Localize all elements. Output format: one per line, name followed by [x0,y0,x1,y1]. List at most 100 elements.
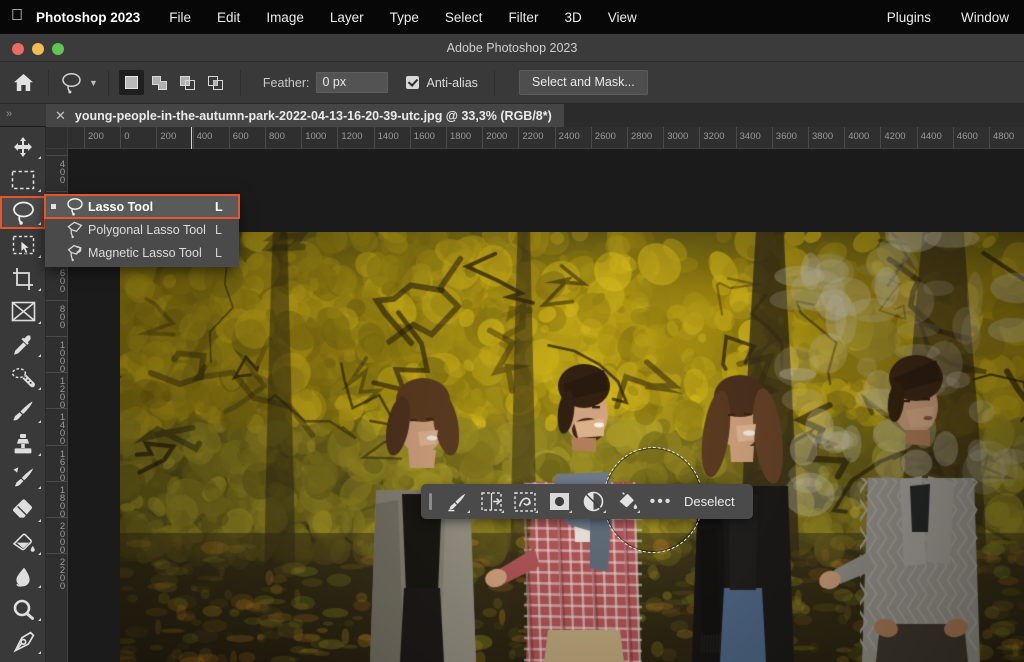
pen-tool[interactable] [0,625,46,658]
tool-corner-indicator [38,321,41,324]
ruler-tick-v: 2000 [46,517,68,553]
document-image[interactable] [120,232,1024,662]
ruler-tick-h: 4400 [917,127,942,149]
select-and-mask-button[interactable]: Select and Mask... [519,70,648,95]
tool-corner-indicator [38,222,41,225]
menu-item-edit[interactable]: Edit [204,10,253,25]
close-icon[interactable]: ✕ [55,109,66,122]
window-title-bar: Adobe Photoshop 2023 [0,34,1024,62]
fill-bucket-icon [616,491,638,513]
lasso-icon [62,197,88,216]
ruler-tick-h: 3200 [699,127,724,149]
toolbox [0,127,46,662]
maximize-window-button[interactable] [52,43,64,55]
deselect-button[interactable]: Deselect [678,494,747,509]
flyout-item-lasso-tool[interactable]: Lasso Tool L [45,195,239,218]
tool-corner-indicator [38,189,41,192]
polygonal-lasso-icon [62,220,88,239]
ruler-tick-h: 200 [156,127,176,149]
horizontal-ruler[interactable]: 2000200400600800100012001400160018002000… [68,127,1024,149]
menu-item-image[interactable]: Image [253,10,317,25]
crop-tool[interactable] [0,262,46,295]
ruler-tick-h: 3800 [808,127,833,149]
menu-item-type[interactable]: Type [377,10,432,25]
spot-healing-brush-tool[interactable] [0,361,46,394]
brush-tool[interactable] [0,394,46,427]
more-options-button[interactable]: ••• [644,487,678,516]
create-mask-button[interactable] [542,487,576,516]
minimize-window-button[interactable] [32,43,44,55]
select-subject-button[interactable] [508,487,542,516]
fill-selection-button[interactable] [610,487,644,516]
chevron-down-icon[interactable]: ▼ [89,78,98,88]
ruler-tick-h: 600 [229,127,249,149]
clone-stamp-tool[interactable] [0,427,46,460]
document-tab-strip: ✕ young-people-in-the-autumn-park-2022-0… [46,104,1024,127]
anti-alias-checkbox[interactable] [406,76,419,89]
flyout-shortcut-magnetic-lasso: L [215,246,239,260]
ruler-corner[interactable] [46,127,68,149]
tool-corner-indicator [38,453,41,456]
tool-corner-indicator [38,585,41,588]
lasso-icon [61,72,82,94]
active-tool-bullet-icon [45,204,62,209]
eyedropper-tool[interactable] [0,328,46,361]
menu-item-view[interactable]: View [595,10,650,25]
options-divider-4 [494,70,495,96]
ellipsis-icon: ••• [650,493,673,511]
ruler-tick-h: 0 [120,127,129,149]
menu-item-3d[interactable]: 3D [551,10,594,25]
button-corner-indicator [535,510,538,513]
feather-control: Feather: 0 px [263,72,389,93]
macos-menu-bar:  Photoshop 2023 File Edit Image Layer T… [0,0,1024,34]
new-selection-button[interactable] [119,70,144,95]
feather-input[interactable]: 0 px [316,72,388,93]
blur-tool[interactable] [0,559,46,592]
document-tab[interactable]: ✕ young-people-in-the-autumn-park-2022-0… [46,104,564,127]
photo-pixels [120,232,1024,662]
photoshop-window:  Photoshop 2023 File Edit Image Layer T… [0,0,1024,662]
type-tool[interactable] [0,658,46,662]
lasso-tool[interactable] [0,196,46,229]
remove-tool-button[interactable] [440,487,474,516]
ruler-tick-h: 4600 [953,127,978,149]
menu-app-name[interactable]: Photoshop 2023 [34,10,156,25]
ruler-tick-v: 800 [46,300,68,336]
button-corner-indicator [637,510,640,513]
adjustment-layer-button[interactable] [576,487,610,516]
home-icon[interactable] [0,62,46,104]
frame-tool[interactable] [0,295,46,328]
expand-panels-button[interactable]: » [0,104,46,126]
history-brush-tool[interactable] [0,460,46,493]
select-subject-icon [514,492,536,512]
ruler-tick-v: 1600 [46,445,68,481]
gradient-tool[interactable] [0,526,46,559]
menu-item-layer[interactable]: Layer [317,10,377,25]
add-to-selection-button[interactable] [147,70,172,95]
rectangular-marquee-tool[interactable] [0,163,46,196]
menu-item-plugins[interactable]: Plugins [872,10,946,25]
ruler-tick-h: 1800 [446,127,471,149]
anti-alias-control[interactable]: Anti-alias [406,76,477,90]
subtract-from-selection-button[interactable] [175,70,200,95]
move-tool[interactable] [0,130,46,163]
intersect-with-selection-button[interactable] [203,70,228,95]
tool-corner-indicator [38,354,41,357]
transform-selection-button[interactable] [474,487,508,516]
menu-item-file[interactable]: File [156,10,204,25]
current-tool-preset[interactable]: ▼ [51,72,106,94]
menu-item-window[interactable]: Window [946,10,1024,25]
flyout-item-magnetic-lasso-tool[interactable]: Magnetic Lasso Tool L [45,241,239,264]
eraser-tool[interactable] [0,493,46,526]
dodge-tool[interactable] [0,592,46,625]
tool-corner-indicator [38,156,41,159]
apple-logo-icon[interactable]:  [0,7,34,27]
object-selection-tool[interactable] [0,229,46,262]
flyout-label-magnetic-lasso: Magnetic Lasso Tool [88,246,215,260]
flyout-item-polygonal-lasso-tool[interactable]: Polygonal Lasso Tool L [45,218,239,241]
menu-item-filter[interactable]: Filter [495,10,551,25]
ruler-tick-h: 3000 [663,127,688,149]
close-window-button[interactable] [12,43,24,55]
menu-item-select[interactable]: Select [432,10,496,25]
taskbar-drag-handle[interactable] [429,493,432,510]
